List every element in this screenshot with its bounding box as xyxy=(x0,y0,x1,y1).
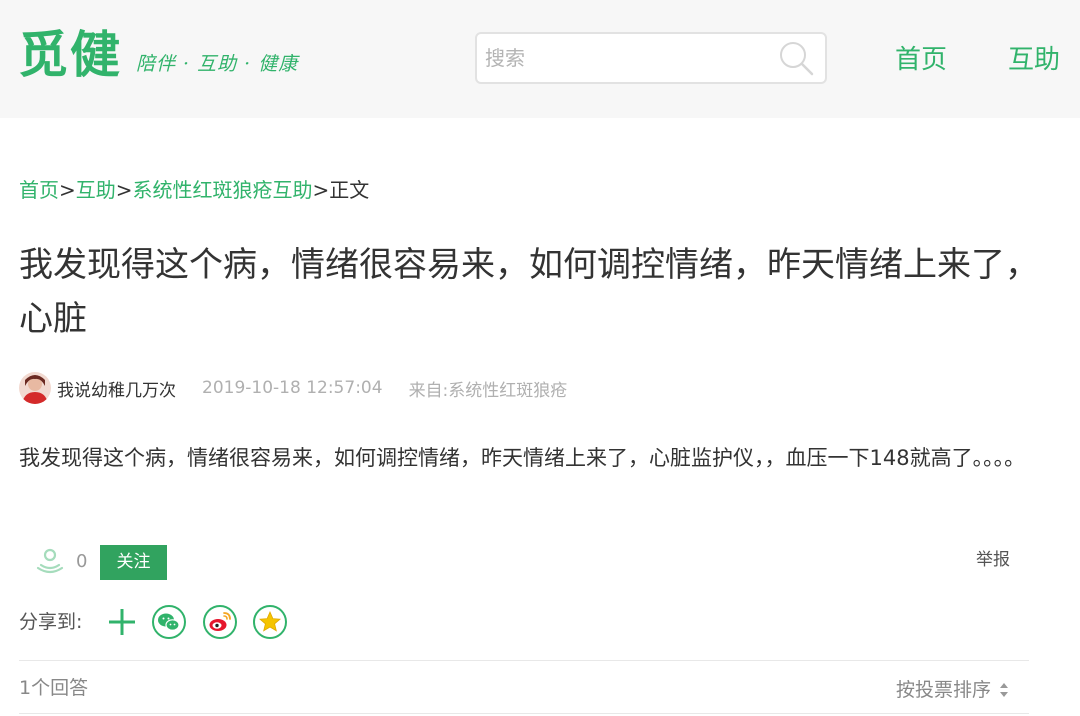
site-header: 觅健 陪伴 · 互助 · 健康 首页 互助 xyxy=(0,0,1080,118)
report-link[interactable]: 举报 xyxy=(976,547,1010,573)
share-label: 分享到: xyxy=(19,611,83,633)
breadcrumb-current: 正文 xyxy=(329,178,370,202)
sort-label: 按投票排序 xyxy=(896,679,992,701)
breadcrumb-home[interactable]: 首页 xyxy=(19,178,59,202)
nav-home[interactable]: 首页 xyxy=(895,42,947,78)
logo-text: 觅健 xyxy=(18,25,122,84)
search-input[interactable] xyxy=(485,40,765,76)
breadcrumb-separator: > xyxy=(59,178,76,202)
answer-count: 1个回答 xyxy=(19,677,89,699)
like-count: 0 xyxy=(76,551,88,572)
post-content: 我发现得这个病，情绪很容易来，如何调控情绪，昨天情绪上来了，心脏监护仪，，血压一… xyxy=(19,446,1026,470)
weibo-icon[interactable] xyxy=(202,604,238,640)
logo-slogan: 陪伴 · 互助 · 健康 xyxy=(136,53,299,75)
breadcrumb-separator: > xyxy=(312,178,330,202)
search-icon[interactable] xyxy=(777,39,815,77)
post-title: 我发现得这个病，情绪很容易来，如何调控情绪，昨天情绪上来了，心脏 xyxy=(19,245,1039,339)
section-divider xyxy=(19,660,1029,661)
like-icon[interactable] xyxy=(32,546,68,578)
search-box xyxy=(475,32,827,84)
post-meta: 我说幼稚几万次 2019-10-18 12:57:04 来自: 系统性红斑狼疮 xyxy=(19,370,567,406)
sort-dropdown[interactable]: 按投票排序 xyxy=(896,676,1009,704)
plus-icon[interactable] xyxy=(104,604,140,640)
wechat-icon[interactable] xyxy=(151,604,187,640)
qzone-icon[interactable] xyxy=(252,604,288,640)
author-name[interactable]: 我说幼稚几万次 xyxy=(57,376,176,401)
follow-button[interactable]: 关注 xyxy=(100,545,167,580)
avatar[interactable] xyxy=(19,372,51,404)
breadcrumb-lupus-help[interactable]: 系统性红斑狼疮互助 xyxy=(133,178,313,202)
breadcrumb-help[interactable]: 互助 xyxy=(76,178,116,202)
source-label: 来自: xyxy=(408,380,449,401)
source-category[interactable]: 系统性红斑狼疮 xyxy=(448,376,567,401)
avatar-image xyxy=(19,372,51,404)
breadcrumb-separator: > xyxy=(115,178,133,202)
post-time: 2019-10-18 12:57:04 xyxy=(202,378,383,398)
nav-help[interactable]: 互助 xyxy=(1008,42,1060,78)
site-logo[interactable]: 觅健 陪伴 · 互助 · 健康 xyxy=(18,24,298,86)
section-divider-bottom xyxy=(19,713,1029,714)
breadcrumb: 首页>互助>系统性红斑狼疮互助>正文 xyxy=(19,175,369,205)
sort-arrows-icon xyxy=(1000,683,1009,697)
